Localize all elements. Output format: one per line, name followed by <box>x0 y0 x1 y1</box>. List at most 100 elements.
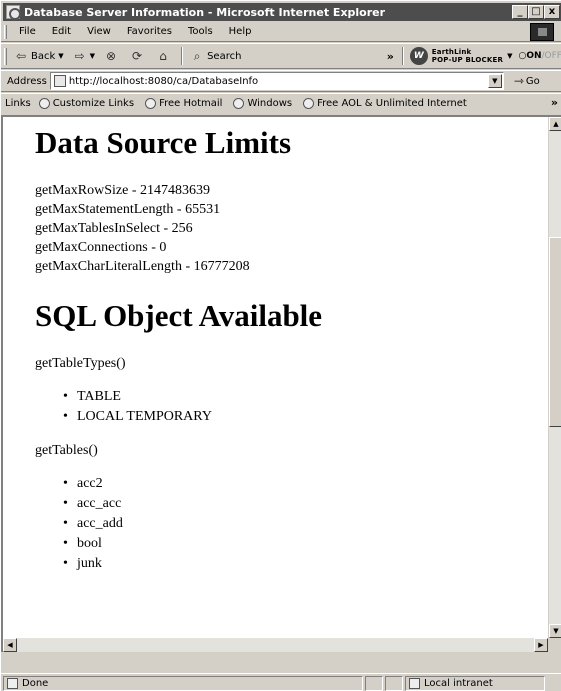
list-item: junk <box>63 554 545 574</box>
links-more-chevron[interactable]: » <box>551 96 558 109</box>
link-label: Free Hotmail <box>159 98 223 109</box>
list-item: TABLE <box>63 387 545 407</box>
search-button[interactable]: ⌕ Search <box>189 48 242 64</box>
vertical-scroll-thumb[interactable] <box>549 237 561 427</box>
earthlink-dropdown-icon[interactable]: ▼ <box>507 52 512 60</box>
status-bar: Done Local intranet <box>1 673 561 691</box>
browser-window: Database Server Information - Microsoft … <box>0 0 561 691</box>
back-arrow-icon: ⇦ <box>15 49 27 63</box>
list-item: acc_acc <box>63 494 545 514</box>
address-label: Address <box>7 75 47 87</box>
close-button[interactable]: x <box>544 5 560 19</box>
stop-icon: ⊗ <box>106 49 117 63</box>
status-text: Done <box>22 678 49 689</box>
status-text-cell: Done <box>3 676 363 691</box>
forward-arrow-icon: ⇨ <box>74 49 85 63</box>
link-windows[interactable]: Windows <box>233 98 292 109</box>
scrollbar-corner <box>548 638 561 652</box>
on-label: ON <box>526 51 542 61</box>
menu-favorites[interactable]: Favorites <box>119 26 180 37</box>
vertical-scrollbar[interactable]: ▲ ▼ <box>548 117 561 638</box>
off-label: /OFF <box>541 51 561 61</box>
menu-grip[interactable] <box>4 25 7 39</box>
list-item: LOCAL TEMPORARY <box>63 407 545 427</box>
scroll-down-arrow-icon[interactable]: ▼ <box>549 624 561 638</box>
search-label: Search <box>207 50 242 62</box>
earthlink-popup-blocker[interactable]: W EarthLink POP-UP BLOCKER ▼ <box>409 47 512 65</box>
windows-logo-icon <box>530 23 554 41</box>
menu-edit[interactable]: Edit <box>44 26 79 37</box>
menu-help[interactable]: Help <box>221 26 260 37</box>
maximize-button[interactable]: □ <box>528 5 544 19</box>
search-icon: ⌕ <box>193 49 201 63</box>
list-item: bool <box>63 534 545 554</box>
menu-view[interactable]: View <box>79 26 119 37</box>
link-customize-links[interactable]: Customize Links <box>38 98 135 109</box>
link-label: Windows <box>247 98 293 109</box>
stop-button[interactable]: ⊗ <box>103 48 121 64</box>
menu-file[interactable]: File <box>11 26 44 37</box>
list-item: acc2 <box>63 474 545 494</box>
links-label: Links <box>5 98 31 109</box>
minimize-button[interactable]: _ <box>512 5 528 19</box>
link-label: Free AOL & Unlimited Internet <box>317 98 467 109</box>
address-bar: Address http://localhost:8080/ca/Databas… <box>1 70 561 92</box>
status-cell-2 <box>385 676 403 691</box>
toolbar-separator-2 <box>401 47 404 65</box>
earthlink-name: EarthLink <box>431 48 472 56</box>
back-dropdown-icon[interactable]: ▼ <box>58 52 63 60</box>
scroll-up-arrow-icon[interactable]: ▲ <box>549 117 561 131</box>
toolbar-more-chevron[interactable]: » <box>387 50 394 63</box>
address-url[interactable]: http://localhost:8080/ca/DatabaseInfo <box>69 76 258 87</box>
go-label: Go <box>525 75 540 87</box>
limit-line: getMaxCharLiteralLength - 16777208 <box>35 259 250 274</box>
links-bar: Links Customize Links Free Hotmail Windo… <box>1 93 561 113</box>
address-dropdown-icon[interactable]: ▼ <box>487 74 502 88</box>
ie-icon <box>6 5 21 20</box>
menu-bar: File Edit View Favorites Tools Help <box>1 22 561 42</box>
toolbar-grip[interactable] <box>4 48 7 65</box>
forward-button[interactable]: ⇨ ▼ <box>72 48 95 64</box>
scroll-right-arrow-icon[interactable]: ▶ <box>534 638 548 652</box>
limit-line: getMaxConnections - 0 <box>35 240 167 255</box>
title-bar[interactable]: Database Server Information - Microsoft … <box>3 3 561 21</box>
window-title: Database Server Information - Microsoft … <box>24 5 386 19</box>
back-label: Back <box>31 50 56 62</box>
tables-list: acc2 acc_acc acc_add bool junk <box>63 474 545 574</box>
popup-blocker-toggle[interactable]: ○ON/OFF <box>518 51 561 61</box>
ie-page-icon <box>145 98 157 109</box>
ie-page-icon <box>38 98 50 109</box>
page-viewport: Data Source Limits getMaxRowSize - 21474… <box>1 115 561 652</box>
limit-line: getMaxRowSize - 2147483639 <box>35 183 210 198</box>
refresh-button[interactable]: ⟳ <box>129 48 147 64</box>
list-item: acc_add <box>63 514 545 534</box>
earthlink-subtitle: POP-UP BLOCKER <box>431 56 504 64</box>
page-done-icon <box>7 678 18 689</box>
security-zone-cell[interactable]: Local intranet <box>405 676 545 691</box>
back-button[interactable]: ⇦ Back ▼ <box>13 48 64 64</box>
forward-dropdown-icon[interactable]: ▼ <box>90 52 95 60</box>
status-cell-1 <box>365 676 383 691</box>
horizontal-scrollbar[interactable]: ◀ ▶ <box>3 638 548 652</box>
ie-page-icon <box>233 98 245 109</box>
heading-sql-object-available: SQL Object Available <box>35 298 323 333</box>
link-label: Customize Links <box>52 98 135 109</box>
go-arrow-icon: ⇾ <box>513 74 524 88</box>
scroll-left-arrow-icon[interactable]: ◀ <box>3 638 17 652</box>
address-input[interactable]: http://localhost:8080/ca/DatabaseInfo ▼ <box>49 72 504 90</box>
refresh-icon: ⟳ <box>132 49 143 63</box>
toolbar-separator <box>181 47 184 65</box>
standard-toolbar: ⇦ Back ▼ ⇨ ▼ ⊗ ⟳ ⌂ ⌕ Search » W EarthLin… <box>1 43 561 69</box>
table-types-label: getTableTypes() <box>35 356 126 371</box>
page-icon <box>53 75 66 87</box>
menu-tools[interactable]: Tools <box>180 26 221 37</box>
link-free-aol[interactable]: Free AOL & Unlimited Internet <box>303 98 467 109</box>
go-button[interactable]: ⇾ Go <box>514 74 540 88</box>
home-button[interactable]: ⌂ <box>155 48 173 64</box>
ie-page-icon <box>303 98 315 109</box>
link-free-hotmail[interactable]: Free Hotmail <box>145 98 222 109</box>
tables-label: getTables() <box>35 443 98 458</box>
table-types-list: TABLE LOCAL TEMPORARY <box>63 387 545 427</box>
limit-line: getMaxTablesInSelect - 256 <box>35 221 193 236</box>
security-zone-label: Local intranet <box>424 678 493 689</box>
